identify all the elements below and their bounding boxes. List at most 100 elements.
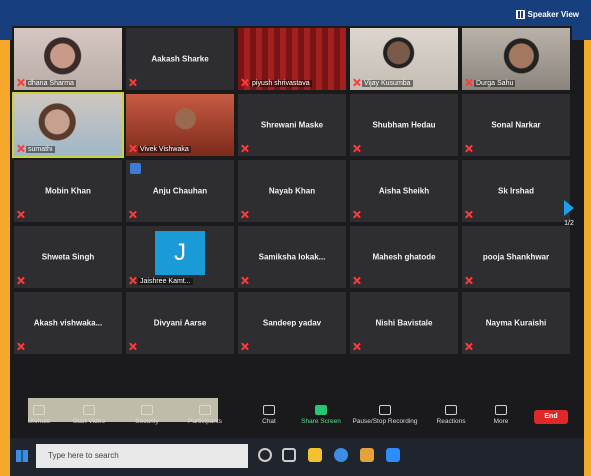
- participant-tile[interactable]: Shrewani Maske: [236, 92, 348, 158]
- raised-hand-icon: [130, 163, 141, 174]
- emoji-icon: [445, 405, 457, 415]
- participant-name: Anju Chauhan: [152, 186, 208, 196]
- muted-mic-icon: [17, 79, 24, 86]
- cortana-icon[interactable]: [258, 448, 272, 462]
- participant-name: sumathi: [26, 146, 55, 153]
- participant-name: Nayma Kuraishi: [485, 318, 547, 328]
- page-indicator: 1/2: [564, 220, 574, 227]
- participant-name: Samiksha lokak...: [258, 252, 326, 262]
- participant-tile[interactable]: Akash vishwaka...: [12, 290, 124, 356]
- participant-name: Mobin Khan: [45, 186, 91, 196]
- speaker-view-label: Speaker View: [527, 10, 579, 19]
- next-page-arrow-icon[interactable]: [564, 200, 574, 216]
- zoom-app-icon[interactable]: [386, 448, 400, 462]
- participant-tile[interactable]: piyush shrivastava: [236, 26, 348, 92]
- participant-name: piyush shrivastava: [250, 80, 312, 87]
- participant-tile[interactable]: Vivek Vishwaka: [124, 92, 236, 158]
- muted-mic-icon: [465, 145, 472, 152]
- participant-tile[interactable]: sumathi: [12, 92, 124, 158]
- muted-mic-icon: [17, 145, 24, 152]
- participant-tile[interactable]: Nayab Khan: [236, 158, 348, 224]
- end-meeting-button[interactable]: End: [534, 410, 568, 424]
- participant-tile[interactable]: Sonal Narkar: [460, 92, 572, 158]
- muted-mic-icon: [241, 79, 248, 86]
- taskbar-search-input[interactable]: Type here to search: [36, 444, 248, 468]
- muted-mic-icon: [353, 145, 360, 152]
- participant-name: Shubham Hedau: [372, 120, 436, 130]
- participant-tile[interactable]: dhana Sharma: [12, 26, 124, 92]
- file-explorer-icon[interactable]: [308, 448, 322, 462]
- participant-tile[interactable]: Aakash Sharke: [124, 26, 236, 92]
- muted-mic-icon: [129, 277, 136, 284]
- muted-mic-icon: [465, 343, 472, 350]
- avatar: J: [155, 231, 205, 275]
- participant-tile[interactable]: Mobin Khan: [12, 158, 124, 224]
- participant-name: Aakash Sharke: [151, 54, 209, 64]
- participant-tile[interactable]: Anju Chauhan: [124, 158, 236, 224]
- participant-tile[interactable]: Sandeep yadav: [236, 290, 348, 356]
- share-screen-button[interactable]: Share Screen: [292, 403, 350, 425]
- notification-popup[interactable]: [28, 398, 218, 422]
- muted-mic-icon: [17, 343, 24, 350]
- participant-tile[interactable]: Mahesh ghatode: [348, 224, 460, 290]
- share-screen-icon: [315, 405, 327, 415]
- muted-mic-icon: [241, 145, 248, 152]
- participant-tile[interactable]: Divyani Aarse: [124, 290, 236, 356]
- chat-bubble-icon: [263, 405, 275, 415]
- participant-name: pooja Shankhwar: [482, 252, 550, 262]
- windows-taskbar: Type here to search: [8, 438, 586, 476]
- chat-button[interactable]: Chat: [240, 403, 298, 425]
- muted-mic-icon: [241, 343, 248, 350]
- muted-mic-icon: [353, 211, 360, 218]
- muted-mic-icon: [17, 277, 24, 284]
- participant-tile[interactable]: Sk Irshad: [460, 158, 572, 224]
- share-screen-label: Share Screen: [301, 418, 341, 425]
- participant-name: Shrewani Maske: [260, 120, 324, 130]
- muted-mic-icon: [129, 145, 136, 152]
- muted-mic-icon: [465, 211, 472, 218]
- participant-name: Akash vishwaka...: [33, 318, 103, 328]
- windows-start-icon[interactable]: [16, 450, 28, 462]
- muted-mic-icon: [465, 277, 472, 284]
- more-label: More: [493, 418, 509, 425]
- store-icon[interactable]: [360, 448, 374, 462]
- muted-mic-icon: [241, 211, 248, 218]
- participant-tile[interactable]: Aisha Sheikh: [348, 158, 460, 224]
- participant-name: Vijay Kusumba: [362, 80, 413, 87]
- participant-tile[interactable]: Vijay Kusumba: [348, 26, 460, 92]
- torn-paper-edge-left: [0, 40, 10, 476]
- task-view-icon[interactable]: [282, 448, 296, 462]
- participant-tile[interactable]: J Jaishree Kamt...: [124, 224, 236, 290]
- participant-tile[interactable]: Shweta Singh: [12, 224, 124, 290]
- muted-mic-icon: [353, 343, 360, 350]
- reactions-label: Reactions: [436, 418, 466, 425]
- more-button[interactable]: More: [472, 403, 530, 425]
- participant-tile[interactable]: Durga Sahu: [460, 26, 572, 92]
- participant-tile[interactable]: pooja Shankhwar: [460, 224, 572, 290]
- participant-name: dhana Sharma: [26, 80, 76, 87]
- speaker-view-icon: [515, 10, 525, 19]
- participant-grid: dhana Sharma Aakash Sharke piyush shrivast…: [12, 26, 572, 356]
- recording-button[interactable]: Pause/Stop Recording: [352, 403, 418, 425]
- chat-label: Chat: [262, 418, 276, 425]
- participant-name: Sonal Narkar: [491, 120, 541, 130]
- participant-name: Durga Sahu: [474, 80, 516, 87]
- muted-mic-icon: [353, 277, 360, 284]
- browser-icon[interactable]: [334, 448, 348, 462]
- participant-name: Jaishree Kamt...: [138, 278, 193, 285]
- participant-name: Nishi Bavistale: [375, 318, 433, 328]
- muted-mic-icon: [129, 343, 136, 350]
- speaker-view-button[interactable]: Speaker View: [515, 10, 579, 19]
- muted-mic-icon: [129, 211, 136, 218]
- muted-mic-icon: [17, 211, 24, 218]
- participant-tile[interactable]: Nishi Bavistale: [348, 290, 460, 356]
- participant-name: Sandeep yadav: [262, 318, 322, 328]
- participant-tile[interactable]: Shubham Hedau: [348, 92, 460, 158]
- participant-name: Nayab Khan: [268, 186, 316, 196]
- participant-tile[interactable]: Samiksha lokak...: [236, 224, 348, 290]
- participant-tile[interactable]: Nayma Kuraishi: [460, 290, 572, 356]
- pause-stop-icon: [379, 405, 391, 415]
- page-navigator[interactable]: 1/2: [562, 200, 576, 227]
- muted-mic-icon: [241, 277, 248, 284]
- muted-mic-icon: [465, 79, 472, 86]
